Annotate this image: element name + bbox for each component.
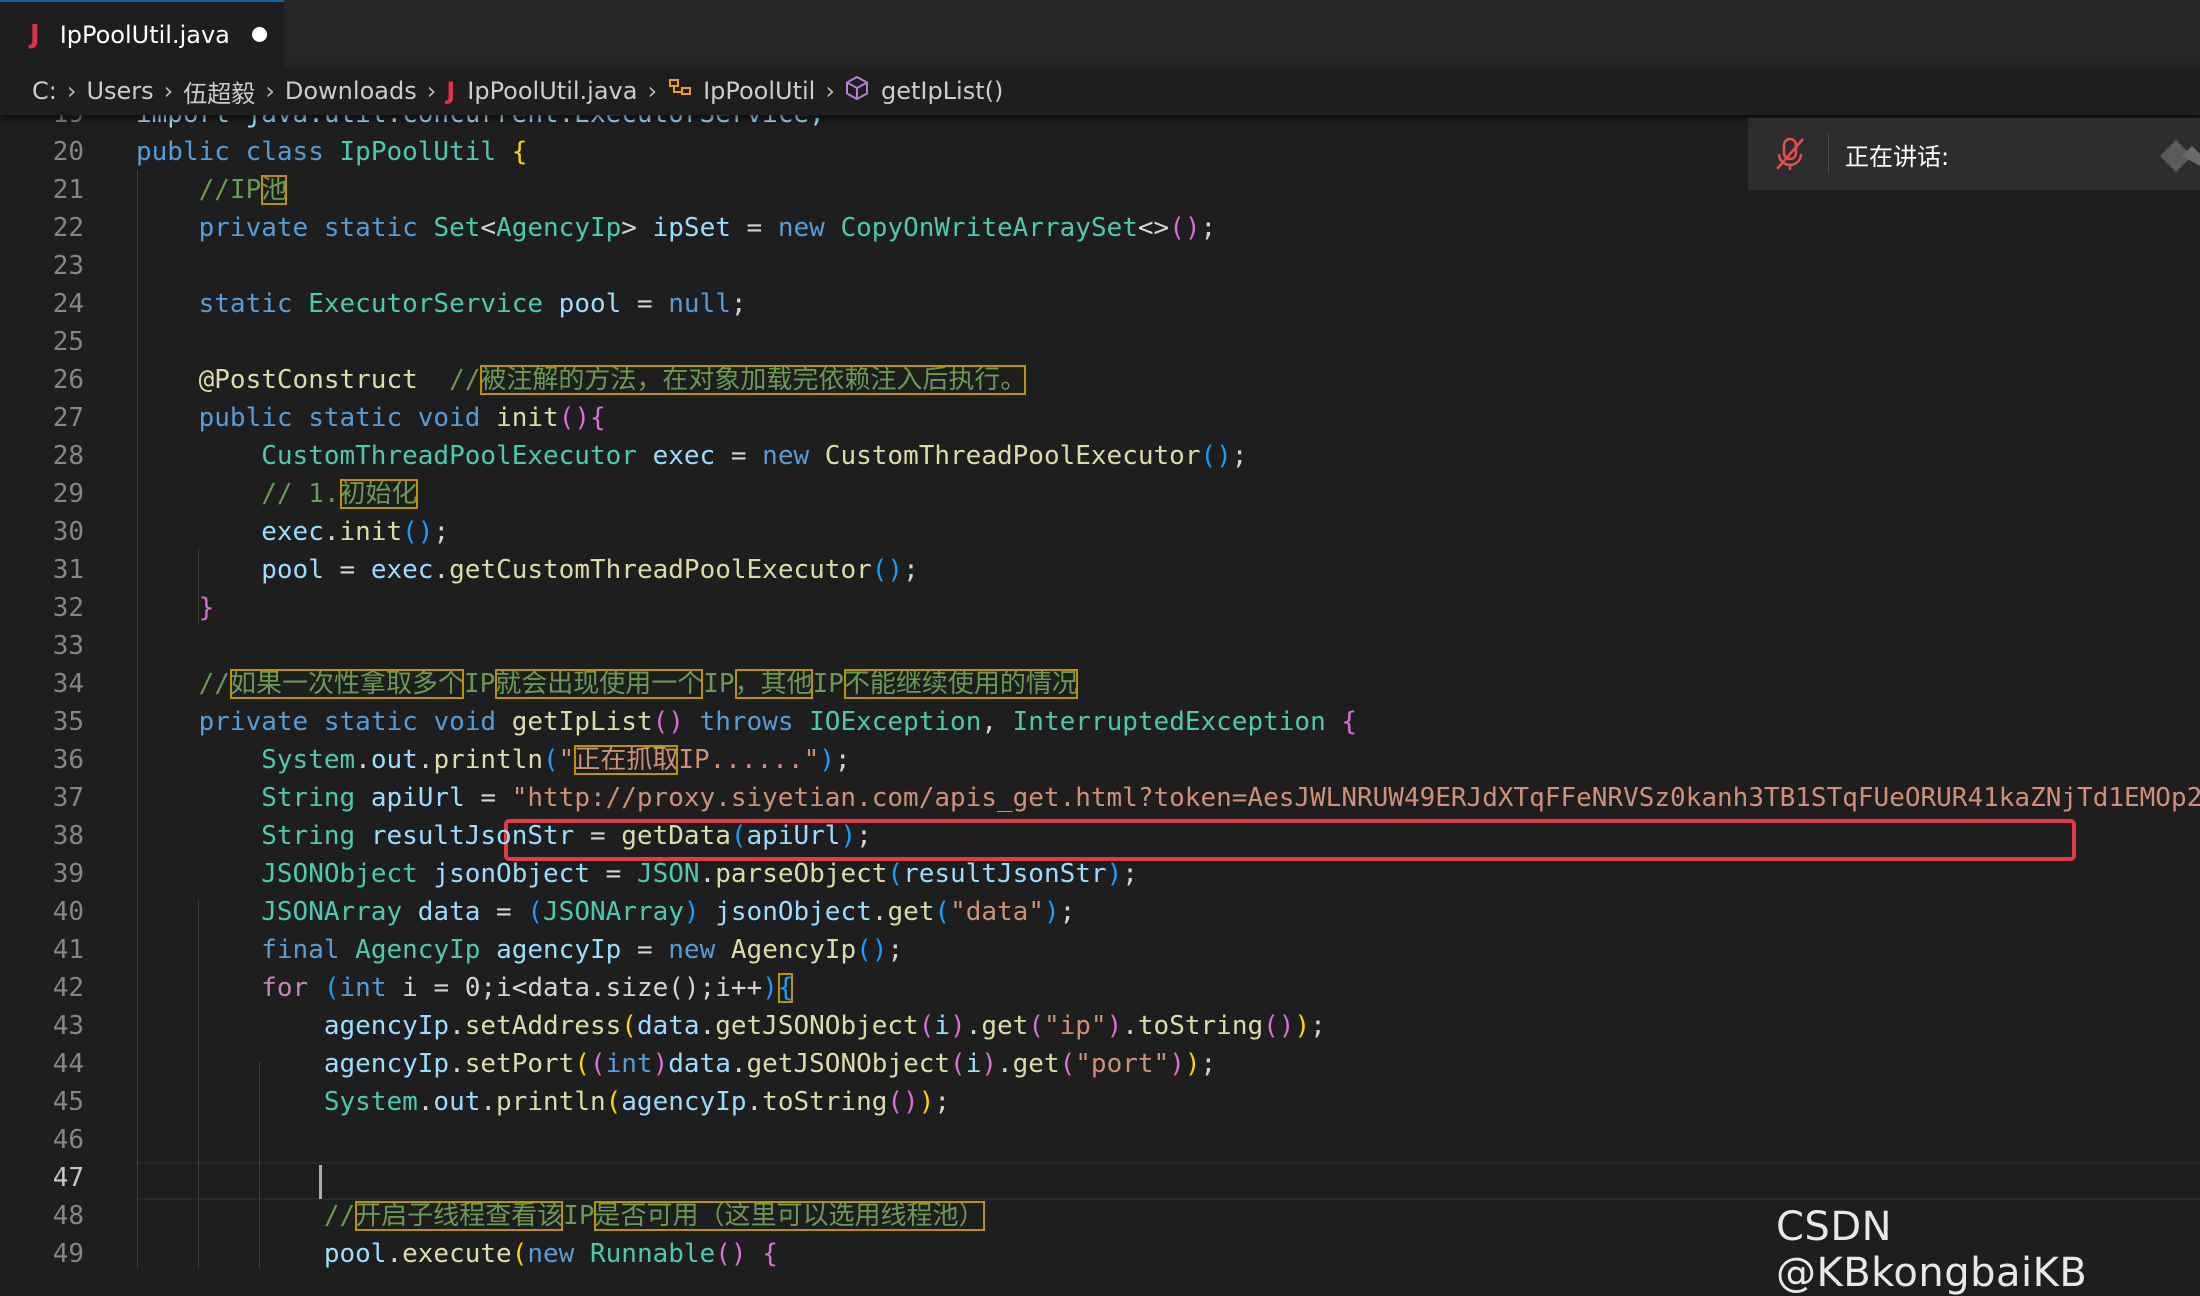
line-number: 41 <box>52 935 84 965</box>
unsaved-dot-icon[interactable] <box>251 27 267 42</box>
speaking-indicator: 正在讲话: <box>1748 118 2200 190</box>
breadcrumb-file[interactable]: IpPoolUtil.java <box>467 77 637 105</box>
code-line-29: CustomThreadPoolExecutor exec = new Cust… <box>261 441 1248 471</box>
line-number: 40 <box>52 897 84 927</box>
code-editor[interactable]: 19 20 21 22 23 24 25 26 27 28 29 30 31 32 33 34 35 36 37 38… <box>0 115 2200 1268</box>
line-number: 23 <box>52 251 84 281</box>
line-number: 24 <box>52 289 84 319</box>
code-line-41: JSONArray data = (JSONArray) jsonObject.… <box>261 897 1076 927</box>
line-number: 32 <box>52 593 84 623</box>
speaking-label: 正在讲话: <box>1845 142 1950 171</box>
line-number: 46 <box>52 1125 84 1155</box>
code-line-31: exec.init(); <box>261 517 450 547</box>
tab-bar: J IpPoolUtil.java <box>0 0 2200 68</box>
java-file-icon: J <box>30 19 40 50</box>
code-line-49: pool.execute(new Runnable() { <box>323 1239 778 1268</box>
line-number: 19 <box>0 115 84 133</box>
line-number: 39 <box>52 859 84 889</box>
line-number: 29 <box>52 479 84 509</box>
line-number: 25 <box>52 327 84 357</box>
breadcrumb-drive[interactable]: C: <box>32 77 57 105</box>
code-line-40: JSONObject jsonObject = JSON.parseObject… <box>261 859 1138 889</box>
line-number: 44 <box>52 1049 84 1079</box>
breadcrumb-class[interactable]: IpPoolUtil <box>703 77 815 105</box>
chevron-right-icon: › <box>647 77 658 105</box>
line-number: 48 <box>52 1201 84 1231</box>
line-number: 43 <box>52 1011 84 1041</box>
line-number: 37 <box>52 783 84 813</box>
code-line-37: System.out.println("正在抓取IP......"); <box>261 745 851 775</box>
code-line-32: pool = exec.getCustomThreadPoolExecutor(… <box>261 555 919 585</box>
code-line-46: System.out.println(agencyIp.toString()); <box>323 1087 951 1117</box>
line-number: 26 <box>52 365 84 395</box>
code-line-42: final AgencyIp agencyIp = new AgencyIp()… <box>261 935 904 965</box>
code-line-22: //IP池 <box>198 175 288 205</box>
text-cursor <box>319 1165 322 1199</box>
current-line-highlight <box>136 1162 2200 1200</box>
line-number: 38 <box>52 821 84 851</box>
watermark: CSDN @KBkongbaiKB <box>1776 1204 2088 1296</box>
line-number: 34 <box>52 669 84 699</box>
line-number: 47 <box>52 1163 84 1193</box>
drag-handle-icon[interactable] <box>2152 132 2200 180</box>
line-number: 42 <box>52 973 84 1003</box>
editor-tab-active[interactable]: J IpPoolUtil.java <box>0 0 284 67</box>
code-line-25: static ExecutorService pool = null; <box>198 289 747 319</box>
line-number: 33 <box>52 631 84 661</box>
line-number: 49 <box>52 1239 84 1268</box>
chevron-right-icon: › <box>825 77 835 105</box>
code-line-35: //如果一次性拿取多个IP就会出现使用一个IP，其他IP不能继续使用的情况 <box>198 669 1078 699</box>
code-line-44: agencyIp.setAddress(data.getJSONObject(i… <box>323 1011 1326 1041</box>
line-number: 21 <box>52 175 84 205</box>
code-line-28: public static void init(){ <box>198 403 606 433</box>
code-line-39: String resultJsonStr = getData(apiUrl); <box>261 821 872 851</box>
code-line-23: private static Set<AgencyIp> ipSet = new… <box>198 213 1217 243</box>
class-symbol-icon <box>667 76 693 106</box>
line-number: 22 <box>52 213 84 243</box>
chevron-right-icon: › <box>426 77 437 105</box>
code-line-21: public class IpPoolUtil { <box>136 137 528 167</box>
breadcrumb-method[interactable]: getIpList() <box>881 77 1003 105</box>
chevron-right-icon: › <box>265 77 275 105</box>
line-number: 28 <box>52 441 84 471</box>
breadcrumb: C: › Users › 伍超毅 › Downloads › J IpPoolU… <box>0 67 2200 115</box>
code-line-45: agencyIp.setPort((int)data.getJSONObject… <box>323 1049 1217 1079</box>
chevron-right-icon: › <box>163 77 174 105</box>
code-line-36: private static void getIpList() throws I… <box>198 707 1358 737</box>
breadcrumb-downloads[interactable]: Downloads <box>285 77 417 105</box>
microphone-muted-icon[interactable] <box>1760 136 1820 172</box>
line-number: 30 <box>52 517 84 547</box>
chevron-right-icon: › <box>66 77 77 105</box>
breadcrumb-users[interactable]: Users <box>86 77 153 105</box>
code-line-48: //开启子线程查看该IP是否可用（这里可以选用线程池） <box>323 1201 985 1231</box>
line-number: 31 <box>52 555 84 585</box>
line-number: 20 <box>52 137 84 167</box>
java-file-icon: J <box>446 77 456 105</box>
divider <box>1828 134 1829 174</box>
code-line-33: } <box>198 593 215 623</box>
code-line-27: @PostConstruct //被注解的方法，在对象加载完依赖注入后执行。 <box>198 365 1027 395</box>
line-number: 36 <box>52 745 84 775</box>
code-line-19: import java.util.concurrent.ExecutorServ… <box>136 115 825 133</box>
breadcrumb-user[interactable]: 伍超毅 <box>183 74 255 109</box>
tab-filename: IpPoolUtil.java <box>59 20 230 49</box>
line-number: 45 <box>52 1087 84 1117</box>
code-line-38: String apiUrl = "http://proxy.siyetian.c… <box>261 783 2200 813</box>
code-line-43: for (int i = 0;i<data.size();i++){ <box>261 973 794 1003</box>
method-symbol-icon <box>845 75 869 107</box>
code-line-30: // 1.初始化 <box>261 479 418 509</box>
line-number: 27 <box>52 403 84 433</box>
line-number: 35 <box>52 707 84 737</box>
